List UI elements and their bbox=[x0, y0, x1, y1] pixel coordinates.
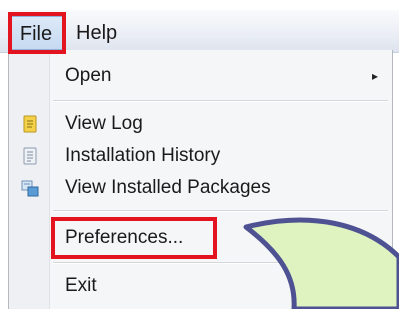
menu-separator bbox=[53, 100, 388, 102]
log-file-icon bbox=[23, 115, 37, 133]
file-menu[interactable]: File bbox=[8, 16, 64, 50]
menu-item-view-log-label: View Log bbox=[65, 113, 143, 134]
menu-separator bbox=[53, 210, 388, 212]
menu-item-view-installed-packages[interactable]: View Installed Packages bbox=[9, 172, 392, 204]
submenu-arrow-icon: ▸ bbox=[371, 69, 378, 83]
window-top-edge bbox=[0, 0, 399, 10]
menu-item-installation-history-label: Installation History bbox=[65, 145, 221, 166]
menu-item-preferences[interactable]: Preferences... bbox=[9, 222, 392, 254]
menu-item-open[interactable]: Open ▸ bbox=[9, 60, 392, 92]
help-menu[interactable]: Help bbox=[76, 16, 117, 50]
menu-item-view-installed-packages-label: View Installed Packages bbox=[65, 177, 271, 198]
menu-item-open-label: Open bbox=[65, 65, 112, 86]
history-document-icon bbox=[23, 147, 37, 165]
menu-separator bbox=[53, 262, 388, 264]
menu-bar: File Help bbox=[0, 0, 399, 53]
menu-item-installation-history[interactable]: Installation History bbox=[9, 140, 392, 172]
file-dropdown-menu: Open ▸ View Log Installation History Vie… bbox=[8, 50, 393, 309]
menu-item-preferences-label: Preferences... bbox=[65, 227, 184, 248]
packages-icon bbox=[21, 180, 39, 197]
menu-item-exit-label: Exit bbox=[65, 275, 97, 296]
menu-item-exit[interactable]: Exit bbox=[9, 270, 392, 302]
menu-item-view-log[interactable]: View Log bbox=[9, 108, 392, 140]
